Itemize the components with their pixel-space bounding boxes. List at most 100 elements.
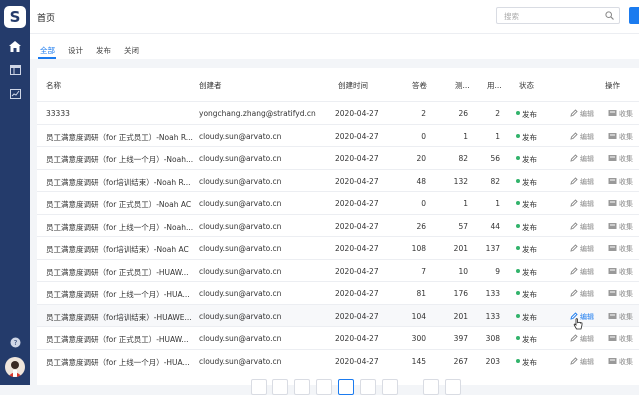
edit-button[interactable]: 编辑: [570, 266, 594, 277]
tab-publish[interactable]: 发布: [96, 45, 111, 56]
table-row[interactable]: 员工满意度调研（for 上线一个月）-Noah... cloudy.sun@arv…: [37, 213, 639, 237]
edit-button[interactable]: 编辑: [570, 334, 594, 344]
collect-button[interactable]: 收集: [608, 177, 633, 187]
col-header-created[interactable]: 创建时间: [338, 80, 368, 91]
col-header-answers[interactable]: 答卷: [412, 80, 427, 91]
edit-label: 编辑: [580, 200, 594, 208]
table-row[interactable]: 员工满意度调研（for 上线一个月）-Noah... cloudy.sun@arv…: [37, 146, 639, 169]
col-header-col5[interactable]: 测...: [455, 80, 470, 91]
pagination-page[interactable]: [272, 379, 288, 395]
pagination-page[interactable]: [316, 379, 332, 395]
pagination-page-active[interactable]: [338, 379, 354, 395]
edit-button[interactable]: 编辑: [570, 109, 594, 119]
collect-button[interactable]: 收集: [608, 154, 633, 164]
collect-button[interactable]: 收集: [608, 334, 633, 344]
inbox-icon: [608, 289, 617, 299]
survey-name[interactable]: 员工满意度调研（for 上线一个月）-Noah...: [46, 222, 194, 233]
status-dot-icon: [516, 111, 520, 115]
tab-all[interactable]: 全部: [40, 45, 55, 56]
creator-email: cloudy.sun@arvato.cn: [199, 176, 282, 186]
answer-count: 48: [416, 176, 426, 186]
edit-button[interactable]: 编辑: [570, 176, 594, 187]
edit-button[interactable]: 编辑: [570, 199, 594, 209]
collect-button[interactable]: 收集: [608, 267, 633, 277]
collect-button[interactable]: 收集: [608, 289, 633, 299]
col5-count: 132: [453, 176, 468, 186]
collect-button[interactable]: 收集: [608, 222, 633, 232]
col5-count: 1: [463, 199, 468, 208]
table-row[interactable]: 员工满意度调研（for培训结束）-Noah AC cloudy.sun@arvat…: [37, 236, 639, 259]
survey-name[interactable]: 员工满意度调研（for 正式员工）-Noah AC: [46, 199, 194, 210]
table-row[interactable]: 员工满意度调研（for培训结束）-HUAWE... cloudy.sun@arva…: [37, 303, 639, 326]
table-row[interactable]: 员工满意度调研（for 正式员工）-HUAW... cloudy.sun@arva…: [37, 326, 639, 349]
survey-name[interactable]: 员工满意度调研（for培训结束）-Noah R...: [46, 177, 194, 188]
collect-button[interactable]: 收集: [608, 244, 633, 254]
edit-button[interactable]: 编辑: [570, 154, 594, 164]
col5-count: 397: [453, 334, 468, 343]
help-icon[interactable]: ?: [8, 335, 22, 349]
pagination-prev[interactable]: [251, 379, 267, 395]
pagination-page[interactable]: [360, 379, 376, 395]
col-header-name[interactable]: 名称: [46, 80, 61, 91]
status-label: 发布: [522, 177, 537, 187]
col5-count: 201: [453, 244, 468, 253]
search-input[interactable]: 搜索: [496, 7, 620, 24]
collect-button[interactable]: 收集: [608, 357, 633, 367]
table-row[interactable]: 员工满意度调研（for 正式员工）-HUAW... cloudy.sun@arva…: [37, 258, 639, 282]
inbox-icon: [608, 199, 617, 209]
collect-button[interactable]: 收集: [608, 312, 633, 322]
tab-design[interactable]: 设计: [68, 45, 83, 56]
table-row[interactable]: 员工满意度调研（for 正式员工）-Noah R... cloudy.sun@ar…: [37, 123, 639, 147]
col-header-col6[interactable]: 用...: [487, 80, 502, 91]
survey-name[interactable]: 员工满意度调研（for 正式员工）-Noah R...: [46, 132, 194, 143]
survey-name[interactable]: 员工满意度调研（for 正式员工）-HUAW...: [46, 267, 194, 278]
status-label: 发布: [522, 155, 537, 164]
table-row[interactable]: 员工满意度调研（for 上线一个月）-HUA... cloudy.sun@arva…: [37, 348, 639, 372]
answer-count: 0: [421, 131, 426, 141]
col6-count: 137: [485, 244, 500, 253]
app-logo[interactable]: S: [4, 6, 26, 28]
survey-name[interactable]: 员工满意度调研（for 正式员工）-HUAW...: [46, 334, 194, 345]
table-row[interactable]: 33333 yongchang.zhang@stratifyd.cn 2020-04…: [37, 101, 639, 124]
table-row[interactable]: 员工满意度调研（for 正式员工）-Noah AC cloudy.sun@arva…: [37, 191, 639, 214]
edit-button[interactable]: 编辑: [570, 244, 594, 254]
edit-button[interactable]: 编辑: [570, 289, 594, 299]
user-avatar[interactable]: [5, 357, 25, 377]
col-header-status[interactable]: 状态: [519, 80, 534, 91]
survey-name[interactable]: 33333: [46, 109, 194, 118]
pencil-icon: [570, 289, 578, 299]
survey-name[interactable]: 员工满意度调研（for 上线一个月）-Noah...: [46, 154, 194, 165]
home-icon[interactable]: [8, 39, 22, 53]
inbox-icon: [608, 132, 617, 142]
status-label: 发布: [522, 245, 537, 254]
survey-name[interactable]: 员工满意度调研（for 上线一个月）-HUA...: [46, 289, 194, 300]
answer-count: 26: [416, 221, 426, 231]
survey-name[interactable]: 员工满意度调研（for培训结束）-HUAWE...: [46, 312, 194, 323]
add-button[interactable]: [629, 7, 639, 24]
collect-button[interactable]: 收集: [608, 132, 633, 142]
status-label: 发布: [522, 222, 537, 232]
edit-button[interactable]: 编辑: [570, 131, 594, 142]
pagination-next[interactable]: [445, 379, 461, 395]
tab-closed[interactable]: 关闭: [124, 45, 139, 56]
survey-name[interactable]: 员工满意度调研（for培训结束）-Noah AC: [46, 244, 194, 255]
table-row[interactable]: 员工满意度调研（for培训结束）-Noah R... cloudy.sun@arv…: [37, 168, 639, 192]
edit-button[interactable]: 编辑: [570, 221, 594, 232]
creator-email: yongchang.zhang@stratifyd.cn: [199, 109, 316, 118]
edit-button[interactable]: 编辑: [570, 356, 594, 367]
created-date: 2020-04-27: [335, 154, 379, 163]
col6-count: 56: [490, 154, 500, 163]
pagination-page[interactable]: [423, 379, 439, 395]
collect-button[interactable]: 收集: [608, 109, 633, 119]
survey-name[interactable]: 员工满意度调研（for 上线一个月）-HUA...: [46, 357, 194, 368]
chart-icon[interactable]: [8, 87, 22, 101]
collect-button[interactable]: 收集: [608, 199, 633, 209]
pagination-page[interactable]: [382, 379, 398, 395]
col-header-creator[interactable]: 创建者: [199, 80, 222, 91]
table-icon[interactable]: [8, 63, 22, 77]
collect-label: 收集: [619, 335, 633, 343]
pagination-page[interactable]: [294, 379, 310, 395]
table-row[interactable]: 员工满意度调研（for 上线一个月）-HUA... cloudy.sun@arva…: [37, 281, 639, 304]
search-icon[interactable]: [605, 11, 614, 22]
svg-text:?: ?: [13, 339, 17, 347]
